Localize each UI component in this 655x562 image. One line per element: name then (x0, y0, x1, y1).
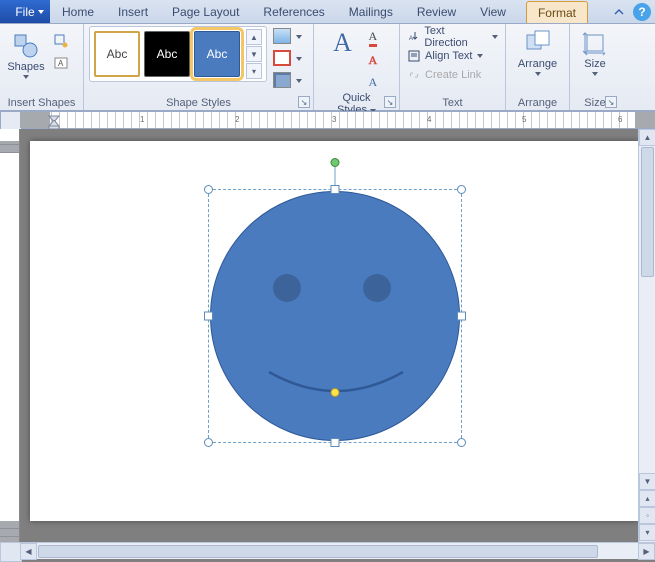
tab-insert[interactable]: Insert (106, 0, 160, 23)
tab-format[interactable]: Format (526, 1, 588, 23)
group-text: A Text Direction Align Text Create Link … (400, 24, 506, 110)
style-swatch-1[interactable]: Abc (94, 31, 140, 77)
browse-prev-button[interactable]: ▴ (639, 490, 655, 507)
style-swatch-2[interactable]: Abc (144, 31, 190, 77)
select-browse-object-button[interactable]: ◦ (639, 507, 655, 524)
group-shape-styles: Abc Abc Abc ▲ ▼ ▾ (84, 24, 314, 110)
text-fill-button[interactable]: A (363, 28, 383, 48)
arrange-icon (523, 29, 553, 57)
file-tab[interactable]: File (0, 0, 50, 23)
vertical-ruler[interactable] (0, 129, 20, 542)
page-canvas[interactable] (30, 141, 639, 521)
browse-next-button[interactable]: ▾ (639, 524, 655, 541)
shape-outline-icon (273, 50, 291, 66)
selection-bounding-box[interactable] (208, 189, 462, 443)
tab-references[interactable]: References (251, 0, 336, 23)
gallery-down-button[interactable]: ▼ (246, 46, 262, 62)
text-direction-button[interactable]: A Text Direction (405, 28, 500, 45)
group-label-text: Text (405, 97, 500, 110)
style-swatch-3[interactable]: Abc (194, 31, 240, 77)
wordart-a-icon: A (333, 31, 352, 55)
tab-view[interactable]: View (468, 0, 518, 23)
resize-handle-w[interactable] (204, 312, 213, 321)
text-box-button[interactable]: A (51, 53, 71, 73)
group-label-insert-shapes: Insert Shapes (5, 97, 78, 110)
group-label-shape-styles: Shape Styles (89, 97, 308, 110)
group-wordart-styles: A A A A Quick Styles WordArt Styles ↘ (314, 24, 400, 110)
link-icon (407, 69, 421, 81)
create-link-button: Create Link (405, 66, 483, 83)
rotation-handle[interactable] (331, 158, 340, 167)
resize-handle-s[interactable] (331, 438, 340, 447)
align-text-button[interactable]: Align Text (405, 47, 485, 64)
edit-shape-icon (54, 34, 68, 48)
align-text-icon (407, 50, 421, 62)
text-direction-icon: A (407, 31, 420, 43)
shape-styles-launcher[interactable]: ↘ (298, 96, 310, 108)
text-outline-button[interactable]: A (363, 50, 383, 70)
shape-effects-button[interactable] (293, 70, 305, 90)
horizontal-ruler[interactable]: 1 2 3 4 5 6 (20, 111, 655, 129)
group-size: Size Size ↘ (570, 24, 620, 110)
adjustment-handle[interactable] (329, 386, 342, 399)
scroll-left-button[interactable]: ◀ (20, 543, 37, 560)
gallery-up-button[interactable]: ▲ (246, 29, 262, 45)
chevron-down-icon (535, 72, 541, 76)
chevron-down-icon (23, 75, 29, 79)
minimize-ribbon-button[interactable] (610, 3, 628, 21)
group-label-arrange: Arrange (511, 97, 564, 110)
group-arrange: Arrange Arrange (506, 24, 570, 110)
text-box-icon: A (54, 56, 68, 70)
shape-fill-button[interactable] (293, 26, 305, 46)
shape-effects-icon (273, 72, 291, 88)
scroll-up-button[interactable]: ▲ (639, 129, 655, 146)
hscroll-thumb[interactable] (38, 545, 598, 558)
help-button[interactable]: ? (633, 3, 651, 21)
edit-shape-button[interactable] (51, 31, 71, 51)
size-launcher[interactable]: ↘ (605, 96, 617, 108)
horizontal-scrollbar[interactable]: ◀ ▶ (20, 542, 655, 559)
vertical-scrollbar[interactable]: ▲ ▼ ▴ ◦ ▾ (638, 129, 655, 542)
document-area: ▲ ▼ ▴ ◦ ▾ (0, 129, 655, 542)
shapes-gallery-button[interactable]: Shapes (5, 29, 47, 82)
chevron-down-icon (592, 72, 598, 76)
tab-home[interactable]: Home (50, 0, 106, 23)
svg-text:A: A (409, 36, 413, 42)
shape-outline-button[interactable] (293, 48, 305, 68)
shapes-icon (12, 32, 40, 60)
text-effects-button[interactable]: A (363, 72, 383, 92)
resize-handle-se[interactable] (457, 438, 466, 447)
scroll-right-button[interactable]: ▶ (638, 543, 655, 560)
wordart-launcher[interactable]: ↘ (384, 96, 396, 108)
svg-text:A: A (58, 59, 64, 68)
resize-handle-e[interactable] (457, 312, 466, 321)
group-insert-shapes: Shapes A Insert Shapes (0, 24, 84, 110)
resize-handle-ne[interactable] (457, 185, 466, 194)
shape-style-gallery[interactable]: Abc Abc Abc ▲ ▼ ▾ (89, 26, 267, 82)
tab-review[interactable]: Review (405, 0, 468, 23)
resize-handle-nw[interactable] (204, 185, 213, 194)
shape-fill-icon (273, 28, 291, 44)
size-button[interactable]: Size (575, 26, 615, 79)
tab-mailings[interactable]: Mailings (337, 0, 405, 23)
scroll-down-button[interactable]: ▼ (639, 473, 655, 490)
quick-styles-label-1: Quick (342, 92, 370, 104)
vscroll-thumb[interactable] (641, 147, 654, 277)
resize-handle-n[interactable] (331, 185, 340, 194)
wordart-quick-styles-button[interactable]: A (330, 28, 355, 92)
tab-strip: File Home Insert Page Layout References … (0, 0, 655, 24)
gallery-more-button[interactable]: ▾ (246, 63, 262, 79)
size-icon (581, 29, 609, 57)
ribbon: Shapes A Insert Shapes Abc Abc Abc ▲ (0, 24, 655, 111)
tab-page-layout[interactable]: Page Layout (160, 0, 251, 23)
shapes-label: Shapes (7, 61, 44, 73)
resize-handle-sw[interactable] (204, 438, 213, 447)
arrange-button[interactable]: Arrange (511, 26, 564, 79)
